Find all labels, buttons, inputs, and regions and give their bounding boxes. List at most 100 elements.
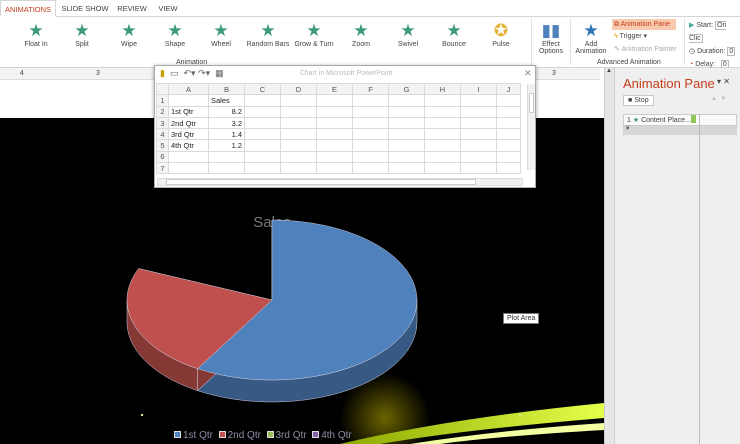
effect-shape[interactable]: ★ Shape [152,21,198,48]
effect-wipe[interactable]: ★ Wipe [106,21,152,48]
cell[interactable] [244,94,281,107]
column-header[interactable]: H [424,82,461,96]
cell[interactable] [316,116,353,130]
cell[interactable] [424,139,461,152]
cell[interactable] [424,128,461,141]
tab-view[interactable]: VIEW [152,0,184,17]
tab-animations[interactable]: ANIMATIONS [0,0,56,17]
cell[interactable] [424,162,461,175]
effect-random-bars[interactable]: ★ Random Bars [245,21,291,48]
cell[interactable] [460,94,497,107]
column-header[interactable]: G [388,82,425,96]
effect-bounce[interactable]: ★ Bounce [431,21,477,48]
row-header[interactable]: 1 [156,94,169,107]
column-header[interactable]: E [316,82,353,96]
vertical-scrollbar[interactable]: ▲ [604,68,614,444]
cell[interactable] [460,105,497,118]
cell[interactable] [208,150,245,164]
cell[interactable] [424,105,461,118]
animation-painter-button[interactable]: ✎ Animation Painter [614,45,677,53]
cell[interactable] [280,116,317,130]
cell[interactable] [496,150,521,164]
cell[interactable] [280,105,317,118]
cell[interactable] [316,94,353,107]
cell[interactable] [316,128,353,141]
tab-slide-show[interactable]: SLIDE SHOW [58,0,112,17]
effect-options-button[interactable]: ▮▮ Effect Options [533,21,569,55]
cell[interactable] [244,139,281,152]
row-header[interactable]: 4 [156,128,169,141]
cell[interactable]: Sales [208,94,245,107]
cell[interactable] [388,116,425,130]
cell[interactable]: 2nd Qtr [168,116,209,130]
animation-list-item[interactable]: 1 ★ Content Place... [623,114,737,126]
cell[interactable] [388,94,425,107]
cell[interactable] [388,105,425,118]
cell[interactable] [460,116,497,130]
cell[interactable] [496,128,521,141]
cell[interactable] [168,94,209,107]
row-header[interactable]: 5 [156,139,169,152]
cell[interactable] [352,150,389,164]
cell[interactable] [352,94,389,107]
cell[interactable]: 1st Qtr [168,105,209,118]
close-icon[interactable]: ✕ [524,68,532,79]
column-header[interactable]: D [280,82,317,96]
cell[interactable] [280,139,317,152]
cell[interactable] [424,94,461,107]
column-header[interactable]: F [352,82,389,96]
cell[interactable] [460,128,497,141]
cell[interactable] [424,150,461,164]
sheet-horizontal-scrollbar[interactable] [157,178,523,186]
effect-zoom[interactable]: ★ Zoom [338,21,384,48]
cell[interactable] [244,162,281,175]
cell[interactable] [244,150,281,164]
effect-grow-turn[interactable]: ★ Grow & Turn [291,21,337,48]
cell[interactable]: 3rd Qtr [168,128,209,141]
effect-pulse[interactable]: ✪ Pulse [478,21,524,48]
tab-review[interactable]: REVIEW [114,0,150,17]
cell[interactable] [316,105,353,118]
column-header[interactable]: J [496,82,521,96]
pane-options-icon[interactable]: ▾ ✕ [717,77,730,86]
column-header[interactable]: I [460,82,497,96]
cell[interactable] [496,105,521,118]
cell[interactable] [352,105,389,118]
cell[interactable] [244,128,281,141]
cell[interactable] [388,128,425,141]
cell[interactable] [496,116,521,130]
cell[interactable] [168,162,209,175]
cell[interactable] [280,150,317,164]
cell[interactable] [460,139,497,152]
cell[interactable] [316,162,353,175]
sheet-vertical-scrollbar[interactable] [527,84,535,170]
cell[interactable] [496,162,521,175]
cell[interactable] [460,162,497,175]
cell[interactable] [424,116,461,130]
row-header[interactable]: 3 [156,116,169,130]
cell[interactable] [352,116,389,130]
animation-pane-button[interactable]: ⧉ Animation Pane [612,19,676,30]
cell[interactable] [352,128,389,141]
reorder-buttons[interactable]: ▲ ▼ [711,96,726,102]
cell[interactable] [316,139,353,152]
expand-chevron-icon[interactable]: ¥ [623,126,737,135]
cell[interactable] [280,162,317,175]
cell[interactable]: 3.2 [208,116,245,130]
effect-swivel[interactable]: ★ Swivel [385,21,431,48]
effect-float-in[interactable]: ★ Float In [13,21,59,48]
cell[interactable]: 4th Qtr [168,139,209,152]
cell[interactable] [496,94,521,107]
duration-input[interactable]: 0 [727,47,736,56]
cell[interactable] [496,139,521,152]
column-header[interactable]: A [168,82,209,96]
cell[interactable]: 1.2 [208,139,245,152]
row-header[interactable]: 7 [156,162,169,175]
cell[interactable] [244,105,281,118]
trigger-button[interactable]: ϟ Trigger ▾ [614,32,647,40]
cell[interactable] [316,150,353,164]
add-animation-button[interactable]: ★ Add Animation [570,21,612,55]
cell[interactable] [388,139,425,152]
cell[interactable] [352,139,389,152]
cell[interactable] [168,150,209,164]
